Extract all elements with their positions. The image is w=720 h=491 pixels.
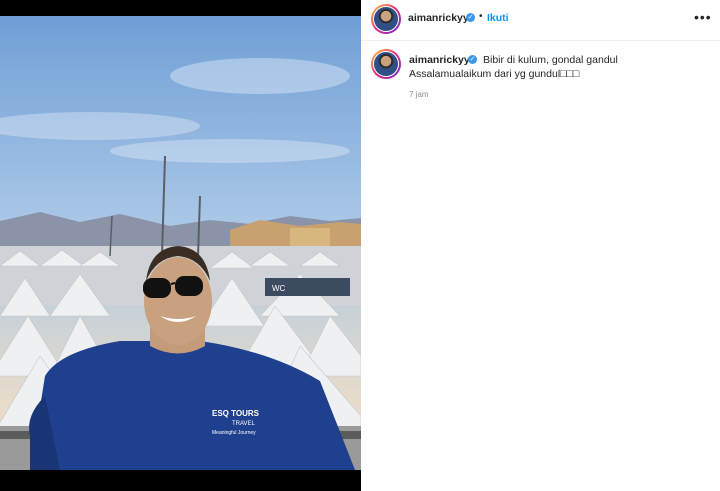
- caption-text-line2: Assalamualaikum dari yg gundul□□□: [409, 68, 580, 80]
- shirt-tagline: Meaningful Journey: [212, 430, 256, 436]
- post-timestamp[interactable]: 7 jam: [409, 90, 429, 99]
- verified-badge-icon: ✓: [466, 13, 475, 22]
- post-photo[interactable]: WC ESQ TOURS TRAVEL Meaningful Journey: [0, 0, 361, 491]
- post-sidebar: aimanrickyy ✓ • Ikuti ••• aimanrickyy ✓ …: [361, 0, 720, 491]
- shirt-logo-text: ESQ TOURS: [212, 409, 260, 418]
- caption-avatar[interactable]: [371, 49, 401, 79]
- more-options-icon[interactable]: •••: [694, 9, 712, 25]
- header-username[interactable]: aimanrickyy: [408, 12, 469, 24]
- instagram-post: WC ESQ TOURS TRAVEL Meaningful Journey a…: [0, 0, 720, 491]
- avatar-image: [373, 6, 399, 32]
- wc-sign-text: WC: [272, 284, 286, 293]
- caption-username[interactable]: aimanrickyy: [409, 54, 470, 66]
- caption-text-line1: Bibir di kulum, gondal gandul: [483, 54, 618, 66]
- separator-dot: •: [479, 11, 483, 22]
- avatar-image: [373, 51, 399, 77]
- verified-badge-icon: ✓: [468, 55, 477, 64]
- shirt-logo-subtext: TRAVEL: [232, 421, 256, 427]
- avatar[interactable]: [371, 4, 401, 34]
- photo-image: WC ESQ TOURS TRAVEL Meaningful Journey: [0, 16, 361, 470]
- post-header: aimanrickyy ✓ • Ikuti •••: [361, 0, 720, 41]
- follow-button[interactable]: Ikuti: [487, 12, 509, 24]
